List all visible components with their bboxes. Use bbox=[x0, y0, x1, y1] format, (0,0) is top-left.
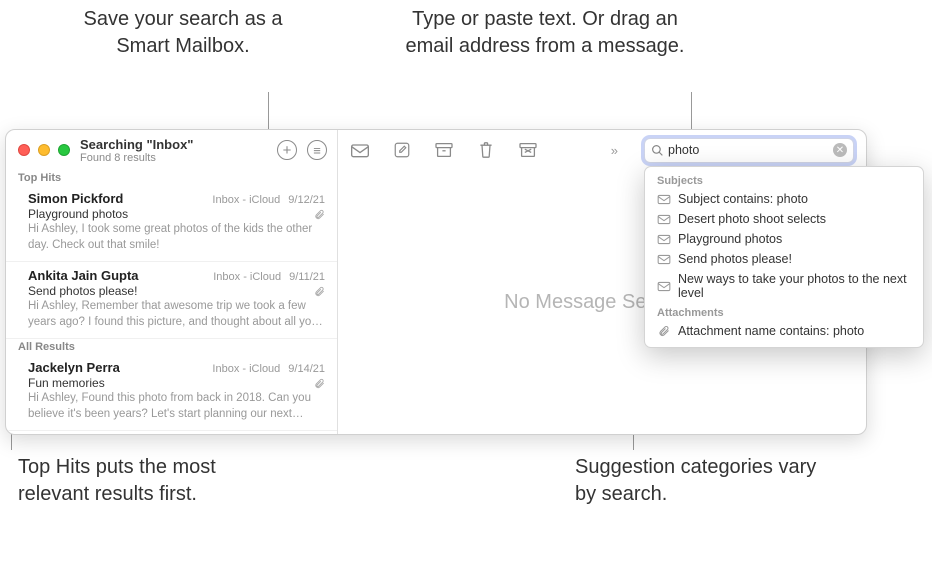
message-preview: Hi Ashley, Remember that awesome trip we… bbox=[28, 299, 325, 330]
save-smart-mailbox-button[interactable] bbox=[277, 140, 297, 160]
message-row[interactable]: Simon Pickford Inbox - iCloud 9/12/21 Pl… bbox=[6, 185, 337, 262]
message-date: 9/14/21 bbox=[288, 363, 325, 375]
search-icon bbox=[651, 144, 664, 157]
zoom-window-button[interactable] bbox=[58, 144, 70, 156]
section-all-results: All Results bbox=[6, 339, 337, 354]
message-mailbox: Inbox - iCloud bbox=[212, 194, 280, 206]
message-subject: Playground photos bbox=[28, 207, 314, 221]
callout-type-paste: Type or paste text. Or drag an email add… bbox=[390, 6, 700, 60]
delete-icon[interactable] bbox=[476, 142, 496, 158]
message-viewer-panel: » ✕ No Message Selected Subjects Subject… bbox=[338, 130, 866, 434]
suggestion-text: New ways to take your photos to the next… bbox=[678, 272, 911, 300]
toolbar-overflow-icon[interactable]: » bbox=[611, 143, 618, 158]
suggestion-text: Playground photos bbox=[678, 232, 782, 246]
message-list-panel: Searching "Inbox" Found 8 results Top Hi… bbox=[6, 130, 338, 434]
suggestion-item[interactable]: Subject contains: photo bbox=[645, 189, 923, 209]
suggestion-section-subjects: Subjects bbox=[645, 171, 923, 189]
message-subject: Send photos please! bbox=[28, 284, 314, 298]
suggestion-item[interactable]: New ways to take your photos to the next… bbox=[645, 269, 923, 303]
suggestion-item[interactable]: Playground photos bbox=[645, 229, 923, 249]
section-top-hits: Top Hits bbox=[6, 170, 337, 185]
envelope-icon bbox=[657, 234, 671, 245]
callout-save-smart: Save your search as a Smart Mailbox. bbox=[78, 6, 288, 60]
message-date: 9/11/21 bbox=[289, 271, 325, 283]
suggestion-item[interactable]: Send photos please! bbox=[645, 249, 923, 269]
message-mailbox: Inbox - iCloud bbox=[213, 271, 281, 283]
search-input[interactable] bbox=[668, 143, 833, 157]
filter-button[interactable] bbox=[307, 140, 327, 160]
message-subject: Fun memories bbox=[28, 376, 314, 390]
envelope-icon bbox=[657, 254, 671, 265]
suggestion-text: Send photos please! bbox=[678, 252, 792, 266]
close-window-button[interactable] bbox=[18, 144, 30, 156]
mail-window: Searching "Inbox" Found 8 results Top Hi… bbox=[5, 129, 867, 435]
minimize-window-button[interactable] bbox=[38, 144, 50, 156]
callout-top-hits: Top Hits puts the most relevant results … bbox=[18, 454, 278, 508]
search-title: Searching "Inbox" bbox=[80, 137, 277, 152]
clear-search-button[interactable]: ✕ bbox=[833, 143, 847, 157]
envelope-icon bbox=[657, 281, 671, 292]
envelope-icon bbox=[657, 194, 671, 205]
message-row[interactable]: Jackelyn Perra Inbox - iCloud 9/14/21 Fu… bbox=[6, 354, 337, 431]
suggestion-item[interactable]: Desert photo shoot selects bbox=[645, 209, 923, 229]
suggestion-text: Attachment name contains: photo bbox=[678, 324, 864, 338]
message-preview: Hi Ashley, Found this photo from back in… bbox=[28, 391, 325, 422]
message-row[interactable]: Ankita Jain Gupta Inbox - iCloud 9/11/21… bbox=[6, 262, 337, 339]
message-mailbox: Inbox - iCloud bbox=[212, 363, 280, 375]
message-from: Ankita Jain Gupta bbox=[28, 268, 213, 283]
toolbar: » ✕ bbox=[338, 130, 866, 170]
junk-icon[interactable] bbox=[518, 142, 538, 158]
message-date: 9/12/21 bbox=[288, 194, 325, 206]
attachment-icon bbox=[314, 209, 325, 220]
suggestion-section-attachments: Attachments bbox=[645, 303, 923, 321]
suggestion-text: Subject contains: photo bbox=[678, 192, 808, 206]
compose-icon[interactable] bbox=[392, 142, 412, 158]
suggestion-item[interactable]: Attachment name contains: photo bbox=[645, 321, 923, 341]
suggestion-text: Desert photo shoot selects bbox=[678, 212, 826, 226]
search-subtitle: Found 8 results bbox=[80, 152, 277, 164]
attachment-icon bbox=[314, 286, 325, 297]
callout-suggestion-cat: Suggestion categories vary by search. bbox=[575, 454, 825, 508]
message-from: Jackelyn Perra bbox=[28, 360, 212, 375]
archive-icon[interactable] bbox=[434, 142, 454, 158]
search-suggestions-dropdown: Subjects Subject contains: photo Desert … bbox=[644, 166, 924, 348]
attachment-icon bbox=[314, 378, 325, 389]
message-preview: Hi Ashley, I took some great photos of t… bbox=[28, 222, 325, 253]
traffic-lights bbox=[18, 144, 70, 156]
envelope-icon bbox=[657, 214, 671, 225]
paperclip-icon bbox=[657, 325, 671, 337]
message-from: Simon Pickford bbox=[28, 191, 212, 206]
search-field[interactable]: ✕ bbox=[644, 138, 854, 163]
get-mail-icon[interactable] bbox=[350, 142, 370, 158]
